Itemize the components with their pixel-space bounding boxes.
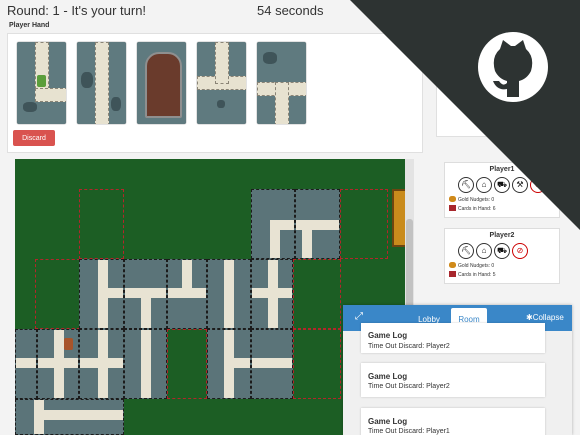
path-tile	[251, 189, 295, 259]
path-tile	[37, 329, 79, 399]
pickaxe-icon: ⛏	[458, 243, 474, 259]
expand-icon[interactable]: ⤢	[355, 311, 363, 322]
broken-tool-icon: ⊘	[512, 243, 528, 259]
round-status: Round: 1 - It's your turn!	[7, 3, 147, 18]
path-tile	[207, 329, 251, 399]
empty-slot[interactable]	[167, 329, 207, 399]
cards-icon	[449, 271, 456, 277]
log-text: Time Out Discard: Player2	[368, 383, 450, 390]
path-tile	[15, 399, 124, 435]
ladder-icon	[64, 338, 73, 350]
gold-nugget-icon	[449, 262, 456, 268]
player-card-2: Player2 ⛏ ⌂ ⛟ ⊘ Gold Nudgets: 0 Cards in…	[444, 228, 560, 284]
player-name: Player2	[489, 232, 515, 239]
path-tile	[207, 259, 251, 329]
hand-card-2[interactable]	[77, 42, 126, 124]
hand-card-1[interactable]	[17, 42, 66, 124]
path-tile	[251, 329, 293, 399]
discard-button[interactable]: Discard	[13, 130, 55, 146]
gold-nugget-icon	[37, 75, 46, 87]
log-entry: Game Log Time Out Discard: Player1	[361, 408, 545, 435]
github-corner-link[interactable]	[350, 0, 580, 230]
hand-card-5[interactable]	[257, 42, 306, 124]
cart-icon: ⛟	[494, 243, 510, 259]
log-title: Game Log	[368, 331, 408, 340]
path-tile	[251, 259, 293, 329]
collapse-label: Collapse	[532, 313, 564, 322]
path-tile	[79, 329, 124, 399]
gear-icon: ✱	[526, 313, 533, 322]
door-icon	[145, 52, 182, 118]
path-tile	[124, 329, 167, 399]
log-entry: Game Log Time Out Discard: Player2	[361, 363, 545, 397]
path-tile	[295, 189, 340, 259]
hand-card-4[interactable]	[197, 42, 246, 124]
log-entry: Game Log Time Out Discard: Player2	[361, 323, 545, 353]
log-title: Game Log	[368, 417, 408, 426]
log-text: Time Out Discard: Player1	[368, 428, 450, 435]
path-tile	[15, 329, 37, 399]
lantern-icon: ⌂	[476, 243, 492, 259]
gold-count: Gold Nudgets: 0	[458, 263, 495, 269]
path-tile	[124, 259, 167, 329]
hand-card-door[interactable]	[137, 42, 186, 124]
log-title: Game Log	[368, 372, 408, 381]
chat-window: ⤢ Lobby Room ✱Collapse Game Log Time Out…	[343, 305, 572, 435]
log-text: Time Out Discard: Player2	[368, 343, 450, 350]
path-tile	[167, 259, 207, 329]
empty-slot[interactable]	[35, 259, 80, 329]
turn-timer: 54 seconds	[257, 3, 324, 18]
cards-count: Cards in Hand: 5	[458, 272, 496, 278]
empty-slot[interactable]	[79, 189, 124, 259]
player-hand-label: Player Hand	[9, 22, 50, 29]
github-icon	[478, 32, 548, 102]
empty-slot[interactable]	[293, 259, 341, 329]
empty-slot[interactable]	[293, 329, 341, 399]
chat-log-list[interactable]: Game Log Time Out Discard: Player2 Game …	[343, 323, 572, 435]
path-tile	[79, 259, 124, 329]
